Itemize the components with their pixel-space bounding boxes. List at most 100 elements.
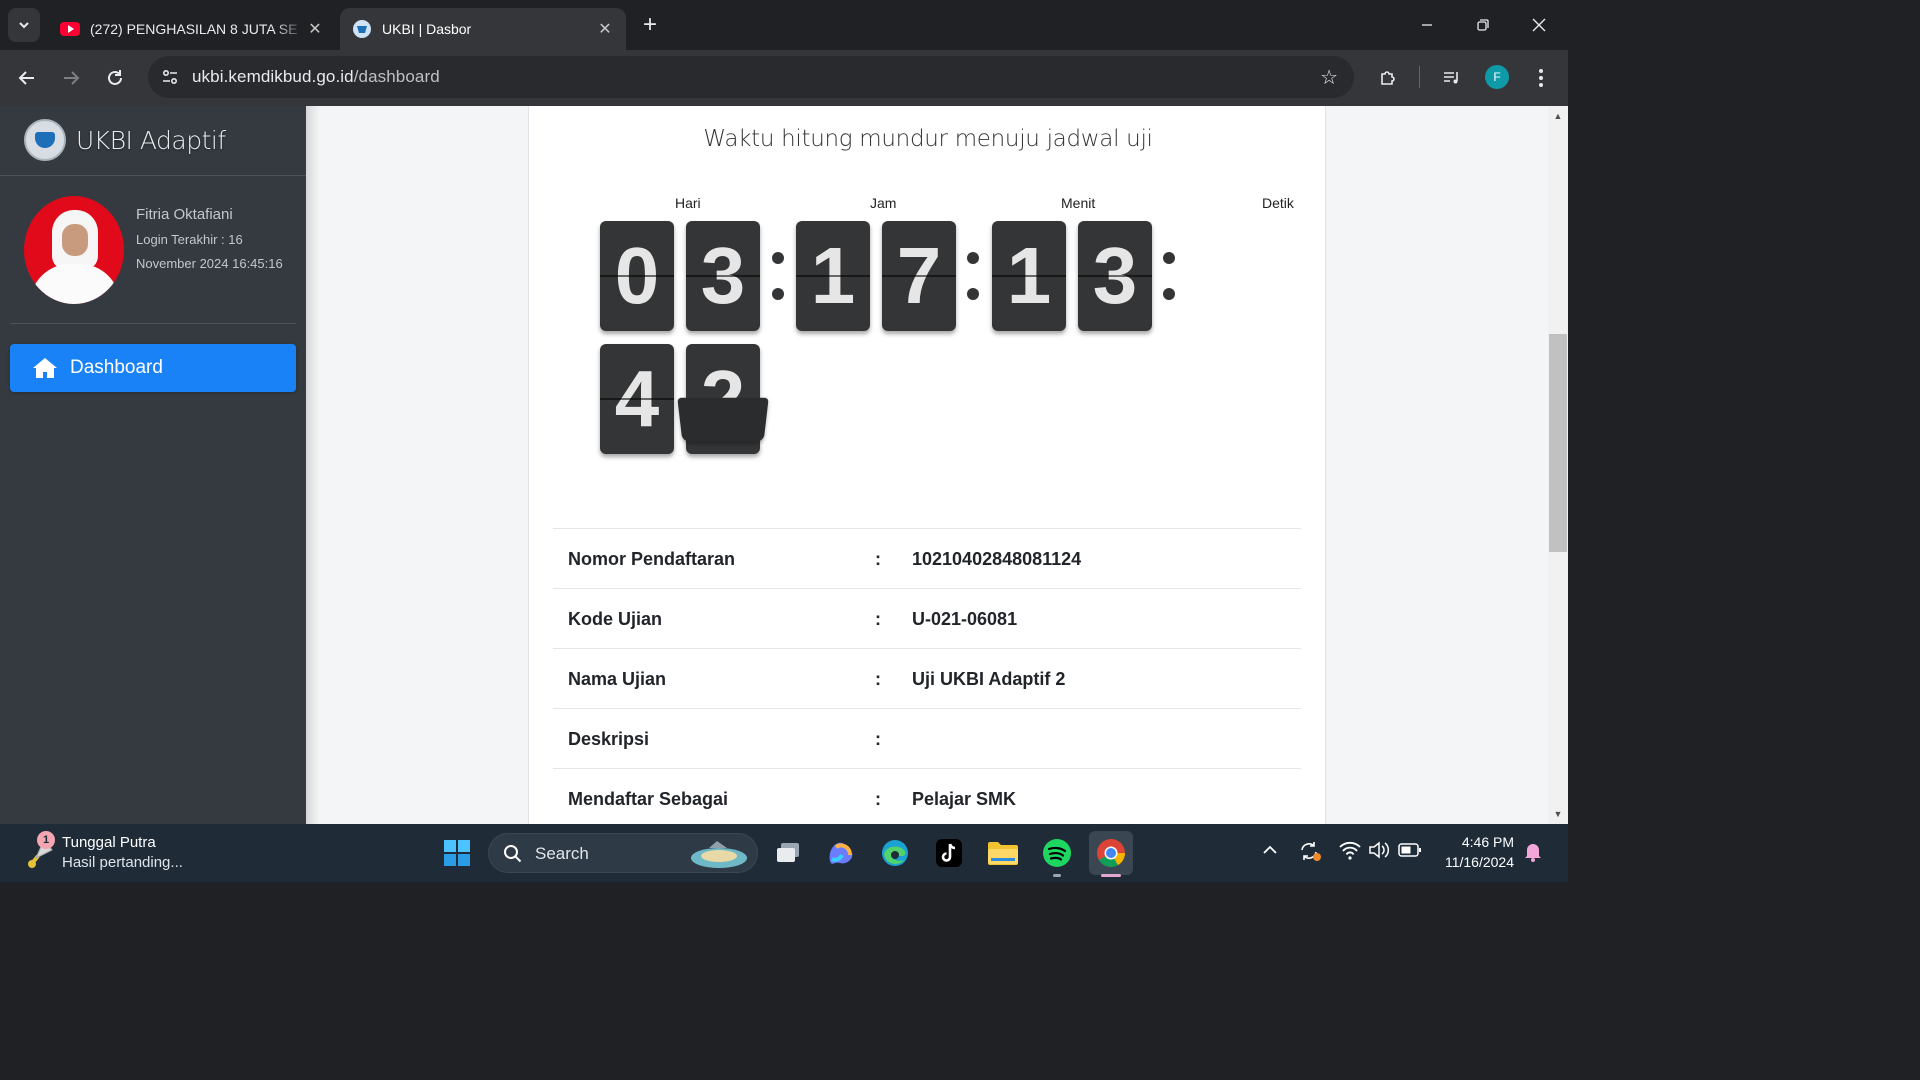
chrome-button[interactable] bbox=[1089, 831, 1133, 875]
search-icon bbox=[504, 845, 522, 863]
row-label: Nomor Pendaftaran bbox=[568, 549, 736, 569]
address-bar[interactable]: ukbi.kemdikbud.go.id/dashboard ☆ bbox=[148, 56, 1354, 98]
sync-status-button[interactable] bbox=[1298, 840, 1322, 867]
scroll-down-arrow-icon[interactable]: ▼ bbox=[1548, 806, 1568, 822]
taskbar-search-box[interactable]: Search bbox=[488, 833, 758, 873]
copilot-button[interactable] bbox=[821, 833, 861, 873]
table-row: Mendaftar Sebagai : Pelajar SMK bbox=[553, 768, 1301, 824]
media-control-button[interactable] bbox=[1436, 62, 1468, 94]
tab-title: (272) PENGHASILAN 8 JUTA SE bbox=[90, 21, 298, 37]
volume-button[interactable] bbox=[1368, 840, 1390, 865]
countdown-digit-hours-ones: 7 bbox=[882, 221, 956, 331]
colon-dot bbox=[772, 252, 784, 264]
sync-icon bbox=[1301, 842, 1321, 861]
label-days: Hari bbox=[675, 195, 701, 211]
tab-search-button[interactable] bbox=[8, 8, 40, 42]
brand-link[interactable]: UKBI Adaptif bbox=[0, 106, 306, 176]
row-value: U-021-06081 bbox=[912, 609, 1018, 629]
row-separator: : bbox=[875, 789, 881, 809]
browser-tab-ukbi[interactable]: UKBI | Dasbor ✕ bbox=[340, 8, 626, 50]
copilot-icon bbox=[829, 842, 853, 864]
tiktok-icon bbox=[936, 839, 962, 867]
home-icon bbox=[33, 358, 57, 378]
restore-button[interactable] bbox=[1460, 8, 1506, 42]
clock-time[interactable]: 4:46 PM bbox=[1436, 834, 1514, 850]
scrollbar-thumb[interactable] bbox=[1549, 334, 1567, 552]
folder-icon bbox=[988, 842, 1018, 865]
playlist-music-icon bbox=[1444, 72, 1458, 84]
web-page: UKBI Adaptif Fitria Oktafiani Login Tera… bbox=[0, 106, 1548, 824]
scroll-up-arrow-icon[interactable]: ▲ bbox=[1548, 108, 1568, 124]
brand-text: UKBI Adaptif bbox=[76, 126, 226, 155]
chrome-icon bbox=[1097, 839, 1125, 867]
notification-subtitle[interactable]: Hasil pertanding... bbox=[62, 854, 183, 871]
user-name[interactable]: Fitria Oktafiani bbox=[136, 206, 296, 224]
windows-logo-icon bbox=[444, 840, 470, 866]
chrome-menu-button[interactable] bbox=[1525, 62, 1557, 94]
running-indicator bbox=[1053, 874, 1061, 877]
countdown-digit-minutes-ones: 3 bbox=[1078, 221, 1152, 331]
row-label: Nama Ujian bbox=[568, 669, 667, 689]
spotify-button[interactable] bbox=[1037, 833, 1077, 873]
youtube-icon bbox=[60, 22, 80, 36]
arrow-left-icon bbox=[18, 71, 34, 85]
label-hours: Jam bbox=[870, 195, 897, 211]
chevron-down-icon bbox=[19, 22, 29, 29]
table-row: Deskripsi : bbox=[553, 708, 1301, 768]
url-path: /dashboard bbox=[353, 67, 440, 86]
close-tab-icon[interactable]: ✕ bbox=[596, 20, 614, 38]
new-tab-button[interactable]: + bbox=[636, 10, 664, 40]
extensions-button[interactable] bbox=[1372, 62, 1404, 94]
reload-button[interactable] bbox=[99, 62, 131, 94]
user-panel: Fitria Oktafiani Login Terakhir : 16 Nov… bbox=[136, 206, 296, 276]
battery-button[interactable] bbox=[1398, 842, 1422, 863]
show-hidden-icons-button[interactable] bbox=[1262, 842, 1278, 863]
tiktok-button[interactable] bbox=[929, 833, 969, 873]
url-text[interactable]: ukbi.kemdikbud.go.id/dashboard bbox=[192, 67, 440, 87]
row-value: Uji UKBI Adaptif 2 bbox=[912, 669, 1066, 689]
file-explorer-button[interactable] bbox=[983, 833, 1023, 873]
more-vert-icon bbox=[1539, 69, 1543, 87]
tab-title: UKBI | Dasbor bbox=[382, 21, 472, 37]
toolbar-divider bbox=[1419, 66, 1420, 88]
spotify-icon bbox=[1043, 839, 1071, 867]
sidebar-item-dashboard[interactable]: Dashboard bbox=[10, 344, 296, 392]
countdown-digit-days-tens: 0 bbox=[600, 221, 674, 331]
close-window-button[interactable] bbox=[1516, 8, 1562, 42]
label-minutes: Menit bbox=[1061, 195, 1096, 211]
sidebar: UKBI Adaptif Fitria Oktafiani Login Tera… bbox=[0, 106, 306, 824]
task-view-button[interactable] bbox=[768, 833, 808, 873]
colon-dot bbox=[967, 288, 979, 300]
battery-icon bbox=[1398, 843, 1421, 857]
row-value: 10210402848081124 bbox=[912, 549, 1082, 569]
user-avatar bbox=[24, 196, 124, 304]
countdown-title: Waktu hitung mundur menuju jadwal uji bbox=[703, 126, 1153, 152]
network-button[interactable] bbox=[1338, 840, 1362, 865]
active-indicator bbox=[1101, 874, 1121, 877]
back-button[interactable] bbox=[11, 62, 43, 94]
row-separator: : bbox=[875, 669, 881, 689]
forward-button[interactable] bbox=[55, 62, 87, 94]
site-info-icon[interactable] bbox=[158, 65, 182, 89]
countdown-digit-seconds-tens: 4 bbox=[600, 344, 674, 454]
exam-card: Waktu hitung mundur menuju jadwal uji Ha… bbox=[528, 106, 1326, 824]
countdown-digit-hours-tens: 1 bbox=[796, 221, 870, 331]
profile-avatar[interactable]: F bbox=[1485, 65, 1509, 89]
windows-taskbar: 1 Tunggal Putra Hasil pertanding... Sear… bbox=[0, 824, 1568, 882]
close-tab-icon[interactable]: ✕ bbox=[306, 20, 324, 38]
notification-title[interactable]: Tunggal Putra bbox=[62, 834, 156, 851]
clock-date[interactable]: 11/16/2024 bbox=[1430, 854, 1514, 870]
sidebar-divider bbox=[10, 323, 296, 324]
browser-tab-youtube[interactable]: (272) PENGHASILAN 8 JUTA SE ✕ bbox=[48, 8, 336, 50]
colon-dot bbox=[1163, 252, 1175, 264]
wifi-icon bbox=[1339, 841, 1361, 860]
row-separator: : bbox=[875, 549, 881, 569]
search-highlight-icon bbox=[691, 841, 747, 868]
colon-dot bbox=[1163, 288, 1175, 300]
arrow-right-icon bbox=[64, 71, 80, 85]
notification-center-button[interactable] bbox=[1524, 842, 1542, 867]
bookmark-star-icon[interactable]: ☆ bbox=[1320, 65, 1338, 90]
edge-button[interactable] bbox=[875, 833, 915, 873]
start-button[interactable] bbox=[437, 833, 477, 873]
minimize-button[interactable] bbox=[1404, 8, 1450, 42]
